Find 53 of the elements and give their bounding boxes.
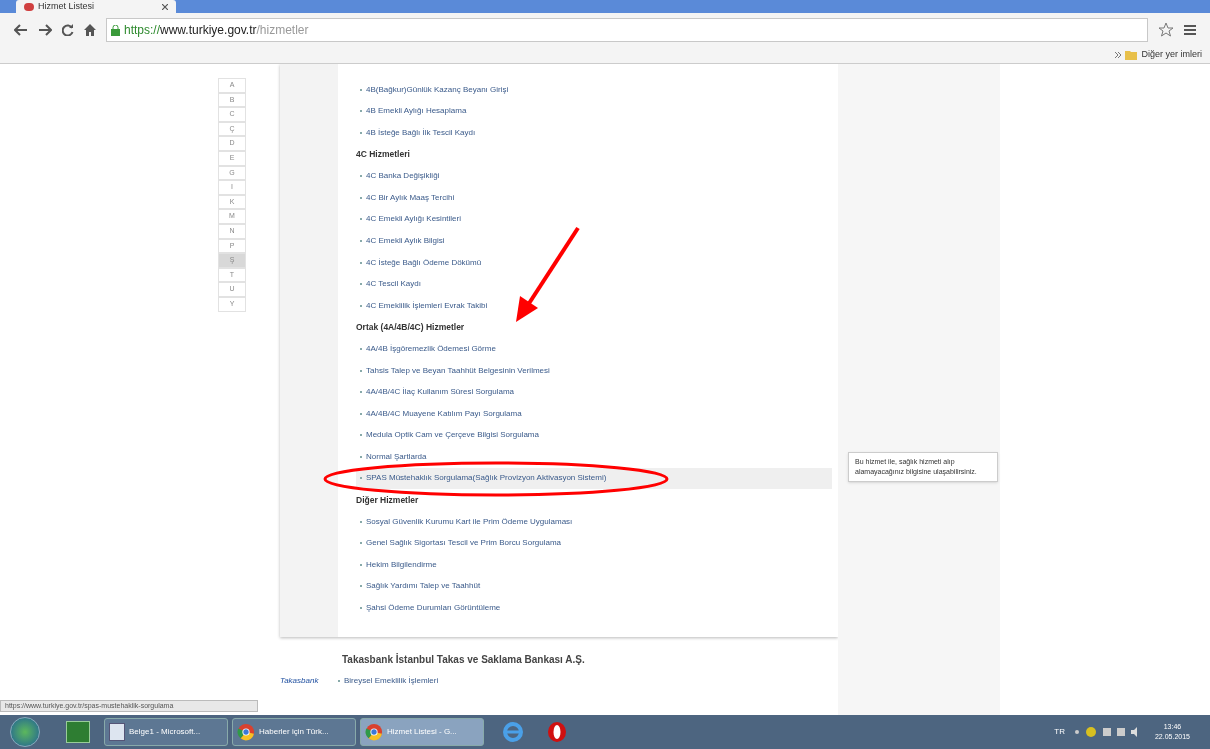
service-link[interactable]: 4C Tescil Kaydı — [356, 273, 832, 295]
service-link[interactable]: Genel Sağlık Sigortası Tescil ve Prim Borcu Sorgulama — [356, 532, 832, 555]
language-indicator[interactable]: TR — [1054, 726, 1065, 738]
service-link[interactable]: Bireysel Emeklilik İşlemleri — [338, 675, 439, 687]
service-link[interactable]: 4C Emeklilik İşlemleri Evrak Takibi — [356, 294, 832, 317]
start-button[interactable] — [10, 717, 40, 747]
back-arrow-icon[interactable] — [14, 24, 28, 36]
chevron-icon[interactable] — [1115, 52, 1122, 58]
institution-logo: Takasbank — [280, 675, 320, 687]
browser-tab[interactable]: Hizmet Listesi — [16, 0, 176, 13]
service-link[interactable]: 4A/4B/4C Muayene Katılım Payı Sorgulama — [356, 402, 832, 425]
service-link[interactable]: 4C Emekli Aylığı Kesintileri — [356, 208, 832, 231]
reload-icon[interactable] — [62, 24, 74, 36]
service-link[interactable]: Medula Optik Cam ve Çerçeve Bilgisi Sorgulama — [356, 424, 832, 447]
folder-icon — [1125, 50, 1138, 60]
service-link[interactable]: Sosyal Güvenlik Kurumu Kart ile Prim Ödeme Uygulaması — [356, 510, 832, 533]
browser-o-icon[interactable] — [546, 721, 568, 743]
service-link[interactable]: Şahsi Ödeme Durumları Görüntüleme — [356, 597, 832, 619]
service-link[interactable]: 4C İsteğe Bağlı Ödeme Dökümü — [356, 251, 832, 274]
chrome-icon — [237, 723, 255, 741]
service-link[interactable]: Normal Şartlarda — [356, 446, 832, 468]
service-link[interactable]: 4B Emekli Aylığı Hesaplama — [356, 100, 832, 123]
close-icon[interactable] — [162, 3, 168, 10]
taskbar-window[interactable]: Haberler için Türk... — [232, 718, 356, 746]
document-icon — [109, 723, 125, 741]
lock-icon — [111, 24, 120, 36]
service-link[interactable]: Tahsis Talep ve Beyan Taahhüt Belgesinin Verilmesi — [356, 359, 832, 382]
service-link[interactable]: 4B(Bağkur)Günlük Kazanç Beyanı Girişi — [356, 79, 832, 101]
service-link[interactable]: 4B İsteğe Bağlı İlk Tescil Kaydı — [356, 122, 832, 144]
section-heading: Ortak (4A/4B/4C) Hizmetler — [356, 320, 466, 334]
service-link[interactable]: SPAS Müstehaklık Sorgulama(Sağlık Provizyon Aktivasyon Sistemi) — [356, 467, 832, 490]
url-text: https://www.turkiye.gov.tr/hizmetler — [124, 22, 309, 39]
service-link[interactable]: 4A/4B/4C İlaç Kullanım Süresi Sorgulama — [356, 381, 832, 403]
section-heading: 4C Hizmetleri — [356, 148, 411, 162]
section-heading: Diğer Hizmetler — [356, 493, 420, 507]
star-icon[interactable] — [1158, 22, 1174, 38]
service-link[interactable]: Hekim Bilgilendirme — [356, 554, 832, 576]
service-link[interactable]: 4C Banka Değişikliği — [356, 165, 832, 187]
institution-heading: Takasbank İstanbul Takas ve Saklama Bankası A.Ş. — [341, 652, 586, 667]
bookmark-folder[interactable]: Diğer yer imleri — [1141, 48, 1202, 62]
spreadsheet-icon[interactable] — [66, 721, 90, 743]
service-link[interactable]: 4A/4B İşgöremezlik Ödemesi Görme — [356, 338, 832, 360]
site-icon — [24, 2, 34, 11]
service-link[interactable]: 4C Emekli Aylık Bilgisi — [356, 230, 832, 252]
menu-icon[interactable] — [1184, 24, 1196, 36]
address-field[interactable]: https://www.turkiye.gov.tr/hizmetler — [106, 18, 1148, 42]
service-link[interactable]: 4C Bir Aylık Maaş Tercihi — [356, 186, 832, 209]
service-link[interactable]: Sağlık Yardımı Talep ve Taahhüt — [356, 575, 832, 598]
taskbar-window[interactable]: Belge1 - Microsoft... — [104, 718, 228, 746]
tab-title: Hizmet Listesi — [38, 0, 95, 13]
home-icon[interactable] — [84, 24, 96, 36]
forward-arrow-icon[interactable] — [38, 24, 52, 36]
chrome-icon — [365, 723, 383, 741]
